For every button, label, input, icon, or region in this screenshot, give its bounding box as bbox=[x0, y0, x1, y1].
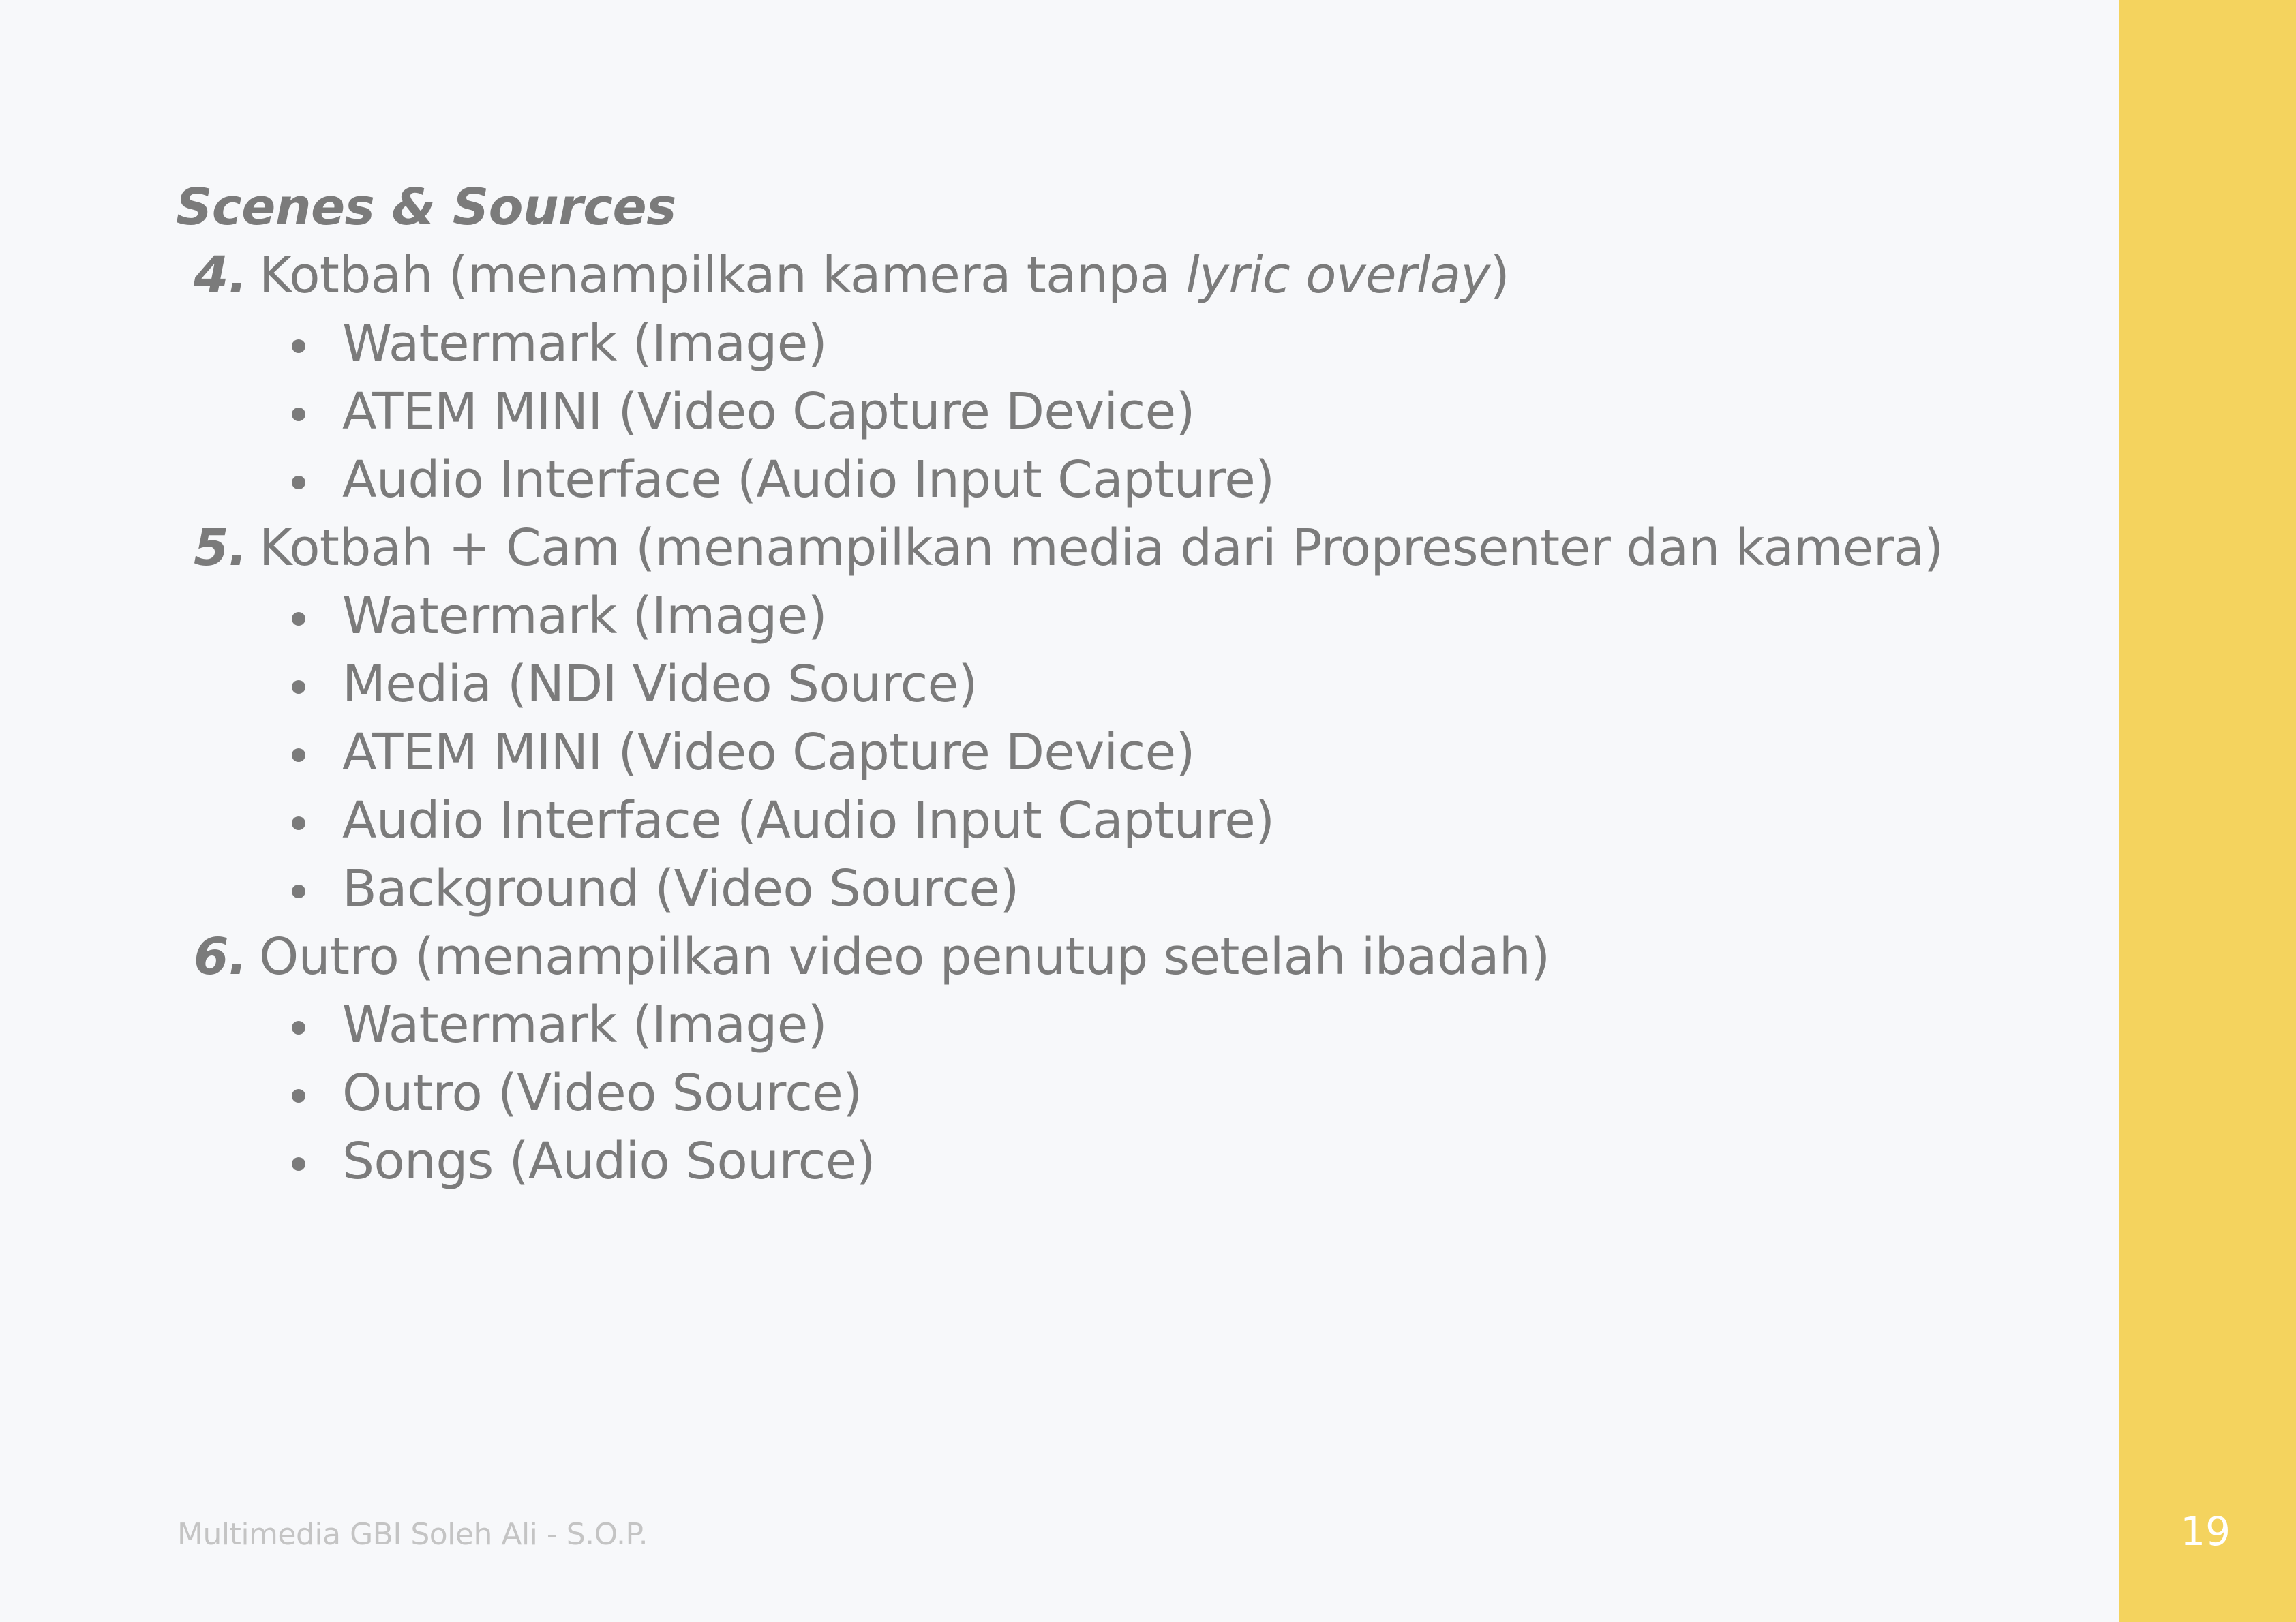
slide-content: Scenes & Sources 4. Kotbah (menampilkan k… bbox=[176, 173, 2098, 1195]
scene-title-suffix: ) bbox=[1490, 246, 1510, 305]
source-label: ATEM MINI (Video Capture Device) bbox=[342, 382, 1195, 441]
bullet-icon bbox=[292, 680, 305, 694]
source-label: Watermark (Image) bbox=[342, 587, 828, 645]
scene-title: Outro (menampilkan video penutup setelah… bbox=[259, 928, 1550, 986]
bullet-icon bbox=[292, 1021, 305, 1035]
scene-title-emphasis: lyric overlay bbox=[1185, 246, 1490, 305]
bullet-icon bbox=[292, 885, 305, 898]
source-list-item: Audio Interface (Audio Input Capture) bbox=[176, 786, 2098, 855]
scene-item: 4. Kotbah (menampilkan kamera tanpa lyric… bbox=[176, 241, 2098, 514]
source-label: Watermark (Image) bbox=[342, 996, 828, 1054]
source-label: Audio Interface (Audio Input Capture) bbox=[342, 450, 1275, 509]
source-list: Watermark (Image) Media (NDI Video Sourc… bbox=[176, 582, 2098, 923]
source-label: Watermark (Image) bbox=[342, 314, 828, 373]
source-list: Watermark (Image) ATEM MINI (Video Captu… bbox=[176, 309, 2098, 514]
bullet-icon bbox=[292, 1089, 305, 1103]
bullet-icon bbox=[292, 612, 305, 626]
source-list-item: Outro (Video Source) bbox=[176, 1059, 2098, 1127]
slide-heading: Scenes & Sources bbox=[176, 178, 676, 236]
source-list: Watermark (Image) Outro (Video Source) S… bbox=[176, 991, 2098, 1195]
source-label: Audio Interface (Audio Input Capture) bbox=[342, 791, 1275, 850]
source-label: Outro (Video Source) bbox=[342, 1064, 862, 1122]
scene-item: 6. Outro (menampilkan video penutup setel… bbox=[176, 923, 2098, 1195]
bullet-icon bbox=[292, 816, 305, 830]
scene-number: 5. bbox=[194, 519, 247, 577]
accent-sidebar: 19 bbox=[2119, 0, 2296, 1622]
scene-title-line: 5. Kotbah + Cam (menampilkan media dari P… bbox=[176, 514, 2098, 582]
source-list-item: Background (Video Source) bbox=[176, 855, 2098, 923]
source-list-item: ATEM MINI (Video Capture Device) bbox=[176, 378, 2098, 446]
source-label: Songs (Audio Source) bbox=[342, 1132, 876, 1191]
source-list-item: Watermark (Image) bbox=[176, 582, 2098, 650]
scene-item: 5. Kotbah + Cam (menampilkan media dari P… bbox=[176, 514, 2098, 923]
scene-title-line: 6. Outro (menampilkan video penutup setel… bbox=[176, 923, 2098, 991]
source-list-item: ATEM MINI (Video Capture Device) bbox=[176, 718, 2098, 786]
scene-number: 6. bbox=[194, 928, 247, 986]
scene-number: 4. bbox=[194, 246, 247, 305]
bullet-icon bbox=[292, 339, 305, 353]
source-list-item: Songs (Audio Source) bbox=[176, 1127, 2098, 1195]
source-label: Background (Video Source) bbox=[342, 859, 1019, 918]
bullet-icon bbox=[292, 748, 305, 762]
bullet-icon bbox=[292, 476, 305, 489]
bullet-icon bbox=[292, 408, 305, 421]
scene-title: Kotbah + Cam (menampilkan media dari Pro… bbox=[259, 519, 1944, 577]
source-label: Media (NDI Video Source) bbox=[342, 655, 978, 714]
scene-title-line: 4. Kotbah (menampilkan kamera tanpa lyric… bbox=[176, 241, 2098, 309]
source-list-item: Watermark (Image) bbox=[176, 991, 2098, 1059]
bullet-icon bbox=[292, 1157, 305, 1171]
scene-title-text: Kotbah (menampilkan kamera tanpa bbox=[259, 246, 1186, 305]
source-list-item: Watermark (Image) bbox=[176, 309, 2098, 378]
source-list-item: Audio Interface (Audio Input Capture) bbox=[176, 446, 2098, 514]
scene-title: Kotbah (menampilkan kamera tanpa lyric o… bbox=[259, 246, 1510, 305]
slide-footer: Multimedia GBI Soleh Ali - S.O.P. bbox=[177, 1517, 648, 1552]
source-label: ATEM MINI (Video Capture Device) bbox=[342, 723, 1195, 782]
page-number: 19 bbox=[2180, 1508, 2231, 1555]
source-list-item: Media (NDI Video Source) bbox=[176, 650, 2098, 718]
